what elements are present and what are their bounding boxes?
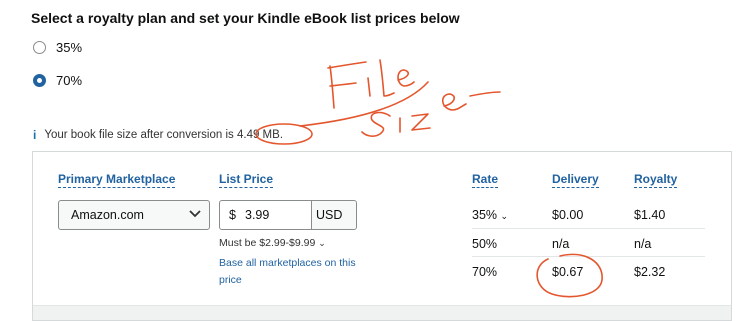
list-price-input[interactable]: $ 3.99 USD: [219, 200, 357, 230]
plan-70-option[interactable]: 70%: [33, 73, 82, 88]
radio-70[interactable]: [33, 74, 46, 87]
pricing-panel: Primary Marketplace List Price Rate Deli…: [32, 151, 732, 321]
rate-35-dropdown[interactable]: 35% ⌄: [472, 208, 508, 222]
chevron-down-icon: ⌄: [500, 211, 509, 221]
marketplace-select[interactable]: Amazon.com: [58, 200, 210, 230]
plan-70-label: 70%: [56, 73, 83, 88]
header-rate[interactable]: Rate: [472, 172, 499, 188]
delivery-50: n/a: [552, 237, 570, 251]
currency-symbol: $: [229, 208, 236, 222]
info-icon: i: [33, 128, 37, 142]
base-all-marketplaces-link[interactable]: Base all marketplaces on this price: [219, 255, 374, 289]
royalty-70: $2.32: [634, 265, 666, 279]
file-size-value: 4.49 MB: [236, 129, 280, 141]
header-royalty[interactable]: Royalty: [634, 172, 678, 188]
plan-35-option[interactable]: 35%: [33, 40, 82, 55]
rate-50: 50%: [472, 237, 498, 251]
delivery-35: $0.00: [552, 208, 584, 222]
page-heading: Select a royalty plan and set your Kindl…: [31, 10, 460, 26]
info-text: Your book file size after conversion is …: [44, 129, 284, 141]
royalty-35: $1.40: [634, 208, 666, 222]
royalty-50: n/a: [634, 237, 652, 251]
header-delivery[interactable]: Delivery: [552, 172, 599, 188]
price-value[interactable]: 3.99: [245, 201, 311, 229]
price-range-dropdown[interactable]: Must be $2.99-$9.99 ⌄: [219, 237, 326, 249]
row-divider: [472, 256, 705, 257]
panel-footer: [33, 305, 731, 320]
currency-unit: USD: [311, 201, 356, 229]
header-primary-marketplace[interactable]: Primary Marketplace: [58, 172, 176, 188]
rate-70: 70%: [472, 265, 498, 279]
header-list-price[interactable]: List Price: [219, 172, 274, 188]
row-divider: [472, 228, 705, 229]
plan-35-label: 35%: [56, 40, 83, 55]
file-size-info: i Your book file size after conversion i…: [33, 128, 283, 142]
radio-35[interactable]: [33, 41, 46, 54]
chevron-down-icon: [189, 209, 201, 222]
delivery-70: $0.67: [552, 265, 584, 279]
chevron-down-icon: ⌄: [318, 238, 326, 248]
